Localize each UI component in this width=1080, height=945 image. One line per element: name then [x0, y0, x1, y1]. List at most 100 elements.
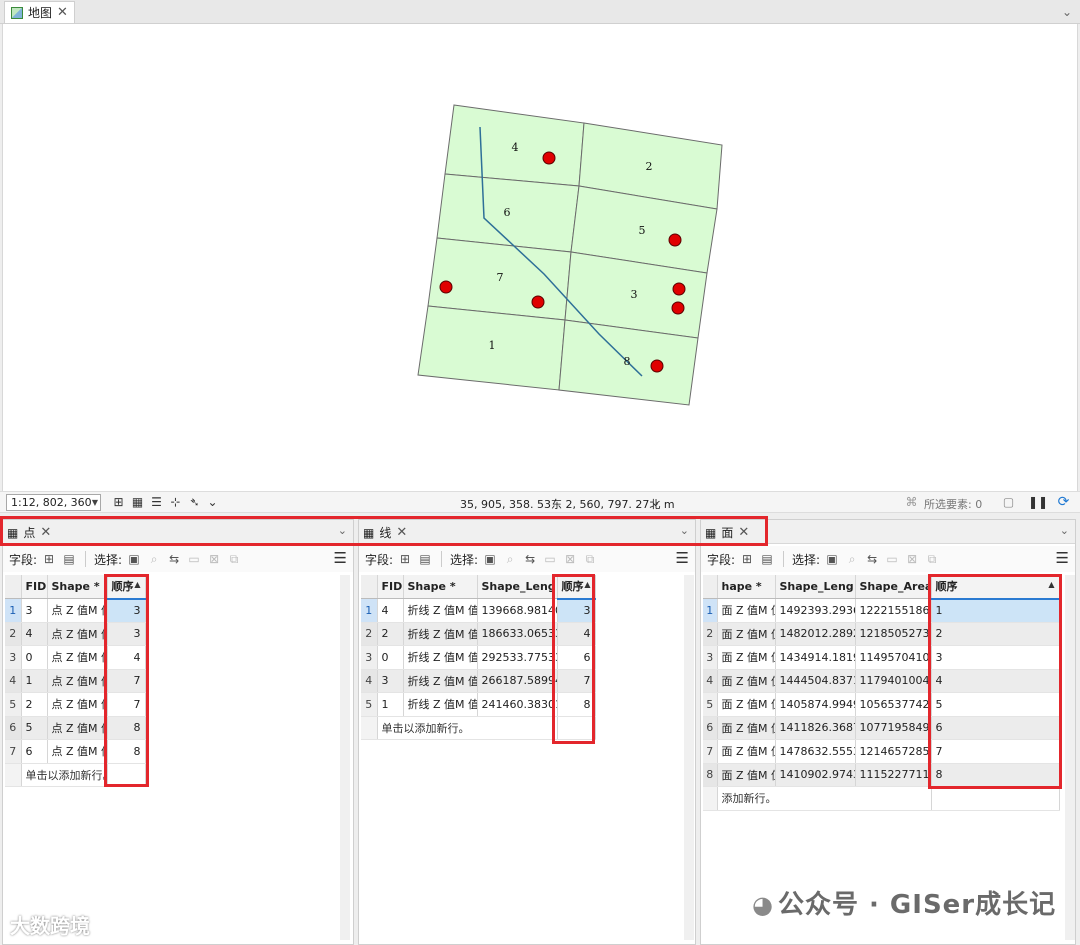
column-header[interactable]: Shape_Leng: [477, 575, 558, 599]
table-cell[interactable]: 111522771100: [855, 763, 932, 787]
table-row[interactable]: 8面 Z 值M 值1410902.974391115227711008: [703, 763, 1060, 787]
table-cell[interactable]: 3: [107, 622, 146, 646]
row-number[interactable]: 3: [5, 645, 22, 670]
table-cell[interactable]: 点 Z 值M 值: [47, 645, 108, 670]
table-cell[interactable]: 1: [931, 598, 1060, 623]
table-row[interactable]: 41点 Z 值M 值7: [5, 669, 146, 693]
table-cell[interactable]: 4: [21, 622, 48, 646]
table-row[interactable]: 65点 Z 值M 值8: [5, 716, 146, 740]
row-number[interactable]: 2: [361, 622, 378, 646]
table-row[interactable]: 14折线 Z 值M 值139668.9814083: [361, 598, 596, 623]
table-row[interactable]: 5面 Z 值M 值1405874.994961056537742195: [703, 692, 1060, 717]
clear-selection-icon[interactable]: ▭: [884, 551, 900, 567]
table-cell[interactable]: 121465728550: [855, 739, 932, 764]
row-number[interactable]: 2: [5, 622, 22, 646]
table-cell[interactable]: 6: [21, 739, 48, 764]
table-cell[interactable]: 点 Z 值M 值: [47, 716, 108, 740]
layout-icon[interactable]: ☰: [149, 495, 164, 510]
navigation-icon[interactable]: ➴: [187, 495, 202, 510]
table-cell[interactable]: 面 Z 值M 值: [717, 692, 776, 717]
delete-selection-icon[interactable]: ⊠: [206, 551, 222, 567]
vertical-scrollbar[interactable]: [340, 575, 350, 940]
table-cell[interactable]: 292533.775331: [477, 645, 558, 670]
select-by-attribute-icon[interactable]: ▣: [824, 551, 840, 567]
map-tab[interactable]: 地图 ✕: [4, 1, 75, 23]
add-row-prompt[interactable]: 单击以添加新行。: [21, 763, 108, 787]
row-number[interactable]: 2: [703, 622, 718, 646]
table-row[interactable]: 30点 Z 值M 值4: [5, 645, 146, 670]
table-cell[interactable]: 点 Z 值M 值: [47, 739, 108, 764]
table-cell[interactable]: 点 Z 值M 值: [47, 622, 108, 646]
table-cell[interactable]: 面 Z 值M 值: [717, 739, 776, 764]
scale-selector[interactable]: 1:12, 802, 360 ▼: [6, 494, 101, 511]
table-cell[interactable]: 面 Z 值M 值: [717, 669, 776, 693]
table-cell[interactable]: 1410902.97439: [775, 763, 856, 787]
table-row[interactable]: 6面 Z 值M 值1411826.36871077195849096: [703, 716, 1060, 740]
table-cell[interactable]: 折线 Z 值M 值: [403, 692, 478, 717]
table-row[interactable]: 1面 Z 值M 值1492393.293681222155186091: [703, 598, 1060, 623]
row-number[interactable]: 6: [703, 716, 718, 740]
table-cell[interactable]: 2: [931, 622, 1060, 646]
add-row[interactable]: 单击以添加新行。: [5, 763, 146, 787]
table-cell[interactable]: 105653774219: [855, 692, 932, 717]
column-header[interactable]: Shape *: [403, 575, 478, 599]
table-cell[interactable]: 2: [21, 692, 48, 717]
row-number[interactable]: 3: [703, 645, 718, 670]
table-cell[interactable]: 折线 Z 值M 值: [403, 598, 478, 623]
table-cell[interactable]: 114957041012: [855, 645, 932, 670]
row-number[interactable]: 4: [703, 669, 718, 693]
table-cell[interactable]: 4: [931, 669, 1060, 693]
table-cell[interactable]: [931, 786, 1060, 811]
clear-selection-icon[interactable]: ▭: [186, 551, 202, 567]
column-header[interactable]: Shape *: [47, 575, 108, 599]
table-row[interactable]: 22折线 Z 值M 值186633.0653394: [361, 622, 596, 646]
column-header[interactable]: FID: [21, 575, 48, 599]
refresh-icon[interactable]: ⟳: [1056, 495, 1071, 510]
add-field-icon[interactable]: ⊞: [739, 551, 755, 567]
table-cell[interactable]: 1434914.18198: [775, 645, 856, 670]
add-field-icon[interactable]: ⊞: [41, 551, 57, 567]
calculate-field-icon[interactable]: ▤: [61, 551, 77, 567]
table-cell[interactable]: 7: [107, 692, 146, 717]
table-cell[interactable]: 折线 Z 值M 值: [403, 645, 478, 670]
table-cell[interactable]: 1478632.55531: [775, 739, 856, 764]
table-cell[interactable]: 5: [931, 692, 1060, 717]
table-cell[interactable]: 1411826.3687: [775, 716, 856, 740]
table-cell[interactable]: 面 Z 值M 值: [717, 763, 776, 787]
table-cell[interactable]: 121850527343: [855, 622, 932, 646]
column-header[interactable]: hape *: [717, 575, 776, 599]
grid-icon[interactable]: ▦: [130, 495, 145, 510]
pause-icon[interactable]: ❚❚: [1028, 495, 1048, 510]
sort-ascending-icon[interactable]: ▲: [134, 580, 140, 589]
table-cell[interactable]: 8: [107, 739, 146, 764]
sort-ascending-icon[interactable]: ▲: [584, 580, 590, 589]
calculate-field-icon[interactable]: ▤: [759, 551, 775, 567]
table-row[interactable]: 7面 Z 值M 值1478632.555311214657285507: [703, 739, 1060, 764]
table-cell[interactable]: 4: [377, 598, 404, 623]
table-cell[interactable]: 1405874.99496: [775, 692, 856, 717]
menu-icon[interactable]: ☰: [1056, 549, 1069, 567]
table-cell[interactable]: 3: [931, 645, 1060, 670]
tab-points[interactable]: ▦ 点 ✕: [7, 524, 51, 541]
tab-lines[interactable]: ▦ 线 ✕: [363, 524, 407, 541]
row-number[interactable]: 1: [361, 598, 378, 623]
table-cell[interactable]: 点 Z 值M 值: [47, 598, 108, 623]
add-row-prompt[interactable]: 单击以添加新行。: [377, 716, 558, 740]
table-cell[interactable]: 5: [21, 716, 48, 740]
table-row[interactable]: 51折线 Z 值M 值241460.3830158: [361, 692, 596, 717]
row-number[interactable]: 6: [5, 716, 22, 740]
table-cell[interactable]: 点 Z 值M 值: [47, 669, 108, 693]
select-by-attribute-icon[interactable]: ▣: [482, 551, 498, 567]
row-number[interactable]: 4: [5, 669, 22, 693]
zoom-to-selection-icon[interactable]: ⌕: [146, 551, 162, 567]
calculate-field-icon[interactable]: ▤: [417, 551, 433, 567]
table-cell[interactable]: 1482012.28929: [775, 622, 856, 646]
copy-selection-icon[interactable]: ⧉: [924, 551, 940, 567]
zoom-full-icon[interactable]: ⊞: [111, 495, 126, 510]
vertical-scrollbar[interactable]: [1065, 575, 1075, 940]
row-number[interactable]: 5: [5, 692, 22, 717]
table-cell[interactable]: 折线 Z 值M 值: [403, 622, 478, 646]
add-field-icon[interactable]: ⊞: [397, 551, 413, 567]
table-row[interactable]: 2面 Z 值M 值1482012.289291218505273432: [703, 622, 1060, 646]
row-number[interactable]: 4: [361, 669, 378, 693]
